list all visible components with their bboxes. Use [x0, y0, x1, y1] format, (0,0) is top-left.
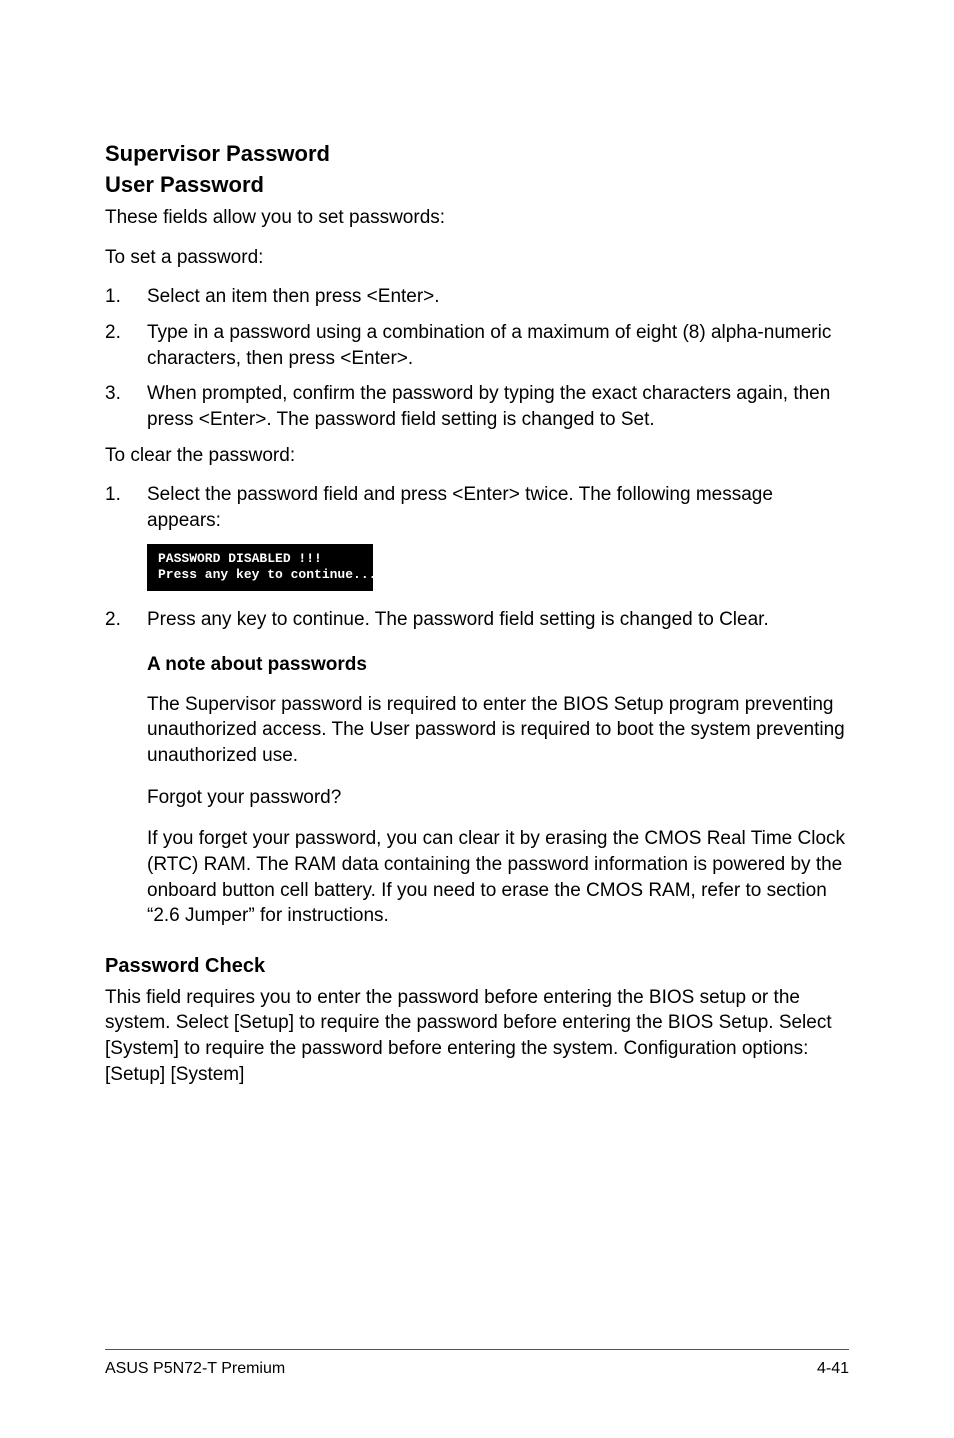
- heading-password-check: Password Check: [105, 953, 849, 979]
- step-number: 1.: [105, 482, 147, 533]
- list-item: 1. Select the password field and press <…: [105, 482, 849, 533]
- password-check-text: This field requires you to enter the pas…: [105, 985, 849, 1088]
- footer: ASUS P5N72-T Premium 4-41: [105, 1349, 849, 1378]
- note-paragraph-3: If you forget your password, you can cle…: [147, 826, 849, 929]
- step-text: When prompted, confirm the password by t…: [147, 381, 849, 432]
- footer-left: ASUS P5N72-T Premium: [105, 1360, 285, 1378]
- code-line-1: PASSWORD DISABLED !!!: [158, 551, 362, 568]
- list-item: 3. When prompted, confirm the password b…: [105, 381, 849, 432]
- intro-text: These fields allow you to set passwords:: [105, 205, 849, 231]
- footer-right: 4-41: [817, 1360, 849, 1378]
- step-number: 2.: [105, 607, 147, 633]
- step-text: Type in a password using a combination o…: [147, 320, 849, 371]
- set-steps-list: 1. Select an item then press <Enter>. 2.…: [105, 284, 849, 432]
- note-title: A note about passwords: [147, 653, 849, 678]
- step-number: 2.: [105, 320, 147, 371]
- clear-steps-list-1: 1. Select the password field and press <…: [105, 482, 849, 533]
- content: Supervisor Password User Password These …: [105, 140, 849, 1309]
- heading-supervisor-password: Supervisor Password: [105, 140, 849, 169]
- step-text: Select an item then press <Enter>.: [147, 284, 849, 310]
- step-number: 1.: [105, 284, 147, 310]
- to-set-label: To set a password:: [105, 245, 849, 271]
- list-item: 2. Type in a password using a combinatio…: [105, 320, 849, 371]
- page: Supervisor Password User Password These …: [0, 0, 954, 1438]
- step-text: Select the password field and press <Ent…: [147, 482, 849, 533]
- list-item: 1. Select an item then press <Enter>.: [105, 284, 849, 310]
- code-box: PASSWORD DISABLED !!! Press any key to c…: [147, 544, 373, 592]
- step-number: 3.: [105, 381, 147, 432]
- list-item: 2. Press any key to continue. The passwo…: [105, 607, 849, 633]
- heading-user-password: User Password: [105, 171, 849, 200]
- step-text: Press any key to continue. The password …: [147, 607, 849, 633]
- note-paragraph-2: Forgot your password?: [147, 785, 849, 811]
- code-line-2: Press any key to continue...: [158, 567, 362, 584]
- clear-steps-list-2: 2. Press any key to continue. The passwo…: [105, 607, 849, 633]
- note-section: A note about passwords The Supervisor pa…: [147, 653, 849, 929]
- to-clear-label: To clear the password:: [105, 443, 849, 469]
- note-paragraph-1: The Supervisor password is required to e…: [147, 692, 849, 769]
